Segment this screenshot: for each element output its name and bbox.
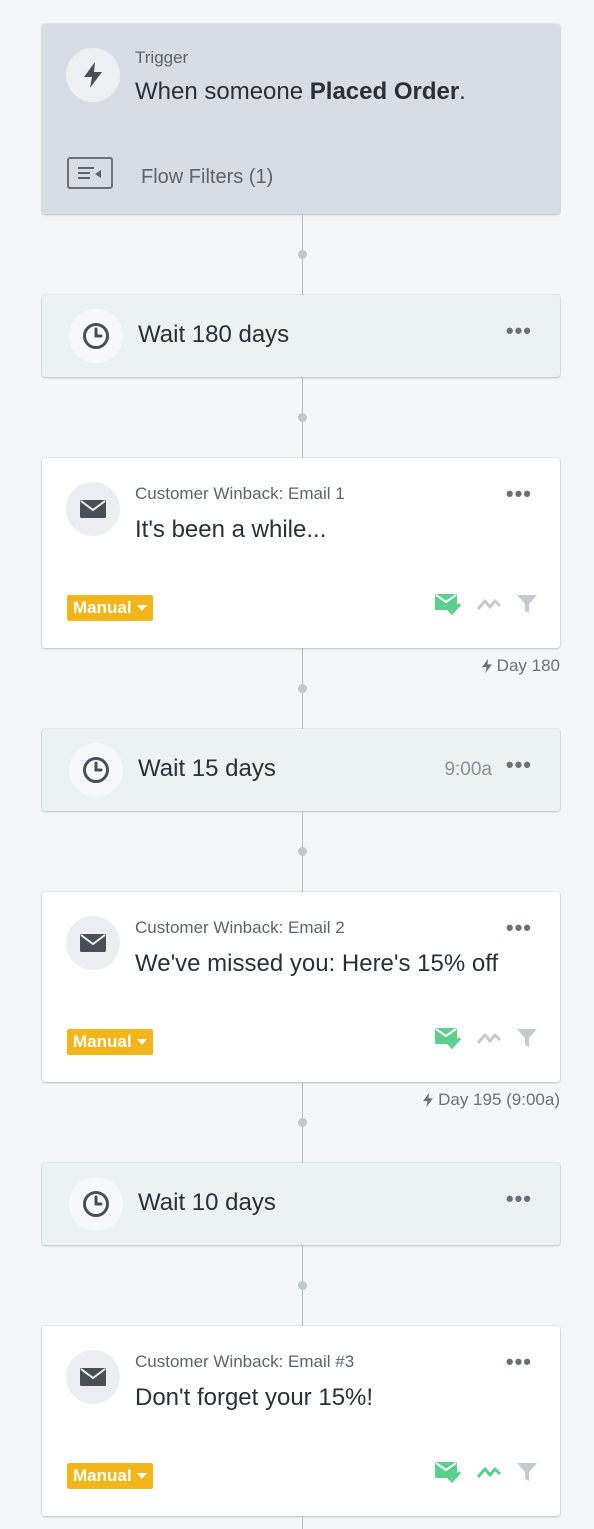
trigger-text-prefix: When someone [135,78,310,105]
email-name: Customer Winback: Email 1 [135,484,345,503]
filter-funnel-icon[interactable] [516,1461,538,1483]
more-options-button[interactable]: ••• [506,917,532,939]
wait-step[interactable]: Wait 15 days 9:00a ••• [42,729,560,811]
email-icon-circle [66,1350,120,1404]
envelope-icon [80,500,106,518]
envelope-icon [80,1368,106,1386]
email-subject: We've missed you: Here's 15% off [135,950,499,977]
status-dropdown[interactable]: Manual [67,1463,153,1489]
flow-filters-link[interactable]: Flow Filters (1) [141,166,273,189]
email-name: Customer Winback: Email 2 [135,918,345,937]
email-icon-circle [66,916,120,970]
status-label: Manual [73,1466,132,1485]
email-settings-icons [434,1026,538,1050]
flow-connector-node [298,1281,307,1290]
wait-icon-circle [69,1177,123,1231]
status-dropdown[interactable]: Manual [67,595,153,621]
more-options-button[interactable]: ••• [506,320,532,342]
clock-icon [83,1191,109,1217]
lightning-icon [84,62,102,88]
wait-step[interactable]: Wait 10 days ••• [42,1163,560,1245]
ab-test-icon[interactable] [476,1030,502,1046]
email-settings-icons [434,592,538,616]
more-options-button[interactable]: ••• [506,1188,532,1210]
trigger-label: Trigger [135,48,189,67]
wait-time: 9:00a [444,759,492,780]
trigger-description: When someone Placed Order. [135,78,466,106]
caret-down-icon [136,1039,147,1045]
flow-connector-node [298,1118,307,1127]
smart-sending-icon[interactable] [434,592,462,616]
wait-label: Wait 15 days [138,755,276,782]
wait-icon-circle [69,743,123,797]
flow-connector-node [298,413,307,422]
wait-label: Wait 180 days [138,321,290,348]
trigger-card[interactable]: Trigger When someone Placed Order. Flow … [42,24,560,214]
email-settings-icons [434,1460,538,1484]
ab-test-icon[interactable] [476,1464,502,1480]
filter-funnel-icon[interactable] [516,1027,538,1049]
email-subject: Don't forget your 15%! [135,1384,374,1411]
trigger-icon-circle [66,48,120,102]
status-label: Manual [73,1032,132,1051]
trigger-metric: Placed Order [309,78,460,105]
lightning-icon [423,1092,434,1108]
ab-test-icon[interactable] [476,596,502,612]
email-name: Customer Winback: Email #3 [135,1352,355,1371]
more-options-button[interactable]: ••• [506,754,532,776]
filter-funnel-icon[interactable] [516,593,538,615]
flow-connector-node [298,847,307,856]
day-label: Day 195 (9:00a) [438,1090,560,1109]
wait-icon-circle [69,309,123,363]
email-step[interactable]: Customer Winback: Email 1 It's been a wh… [42,458,560,648]
day-indicator: Day 195 (9:00a) [422,1090,560,1110]
email-subject: It's been a while... [135,516,327,543]
status-dropdown[interactable]: Manual [67,1029,153,1055]
clock-icon [83,323,109,349]
more-options-button[interactable]: ••• [506,483,532,505]
flow-connector [302,1516,303,1529]
flow-connector-node [298,684,307,693]
wait-step[interactable]: Wait 180 days ••• [42,295,560,377]
email-icon-circle [66,482,120,536]
email-step[interactable]: Customer Winback: Email 2 We've missed y… [42,892,560,1082]
clock-icon [83,757,109,783]
day-indicator: Day 180 [481,656,560,676]
caret-down-icon [136,1473,147,1479]
flow-connector-node [298,250,307,259]
smart-sending-icon[interactable] [434,1026,462,1050]
filter-list-icon[interactable] [67,157,113,189]
more-options-button[interactable]: ••• [506,1351,532,1373]
wait-label: Wait 10 days [138,1189,276,1216]
lightning-icon [481,658,492,674]
day-label: Day 180 [496,656,560,675]
smart-sending-icon[interactable] [434,1460,462,1484]
trigger-text-suffix: . [459,78,466,105]
status-label: Manual [73,598,132,617]
email-step[interactable]: Customer Winback: Email #3 Don't forget … [42,1326,560,1516]
envelope-icon [80,934,106,952]
caret-down-icon [136,605,147,611]
